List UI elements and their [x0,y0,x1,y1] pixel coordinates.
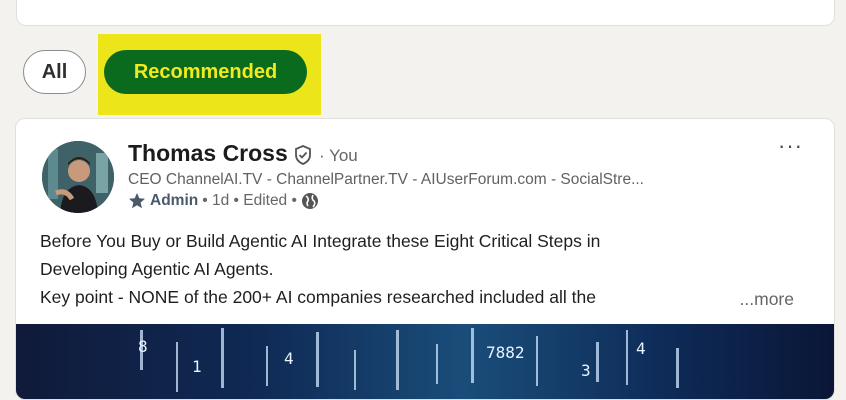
verified-shield-icon [295,145,311,165]
code-glyph: 3 [581,361,591,380]
matrix-code-graphic: 8 1 4 7882 3 4 [138,328,679,392]
code-glyph: 4 [284,349,294,368]
code-glyph: 8 [138,337,148,356]
filter-all-button[interactable]: All [23,50,86,94]
filter-recommended-button[interactable]: Recommended [104,50,307,94]
feed-filter-row: All Recommended [0,0,846,115]
author-headline: CEO ChannelAI.TV - ChannelPartner.TV - A… [128,171,644,188]
star-icon [129,193,145,209]
admin-label: Admin [150,192,199,209]
image-code-text: 7882 [486,343,525,362]
post-card: Thomas Cross · You CEO ChannelAI.TV - Ch… [15,118,835,400]
post-meta: Admin • 1d • Edited • [128,192,319,210]
post-body-line: Developing Agentic AI Agents. [40,259,274,279]
author-name[interactable]: Thomas Cross [128,140,288,167]
see-more-link[interactable]: ...more [740,289,794,310]
you-label: · You [319,146,358,165]
post-body-line: Before You Buy or Build Agentic AI Integ… [40,231,601,251]
post-body-line: Key point - NONE of the 200+ AI companie… [40,287,596,307]
globe-icon [301,193,318,209]
code-glyph: 4 [636,339,646,358]
post-body: Before You Buy or Build Agentic AI Integ… [40,227,820,311]
author-avatar[interactable] [42,141,114,213]
post-time-edited: • 1d • Edited • [202,192,297,209]
code-glyph: 1 [192,357,202,376]
post-image[interactable]: 8 1 4 7882 3 4 [16,324,834,399]
more-options-icon[interactable]: ··· [778,133,803,159]
avatar-photo [42,141,114,213]
